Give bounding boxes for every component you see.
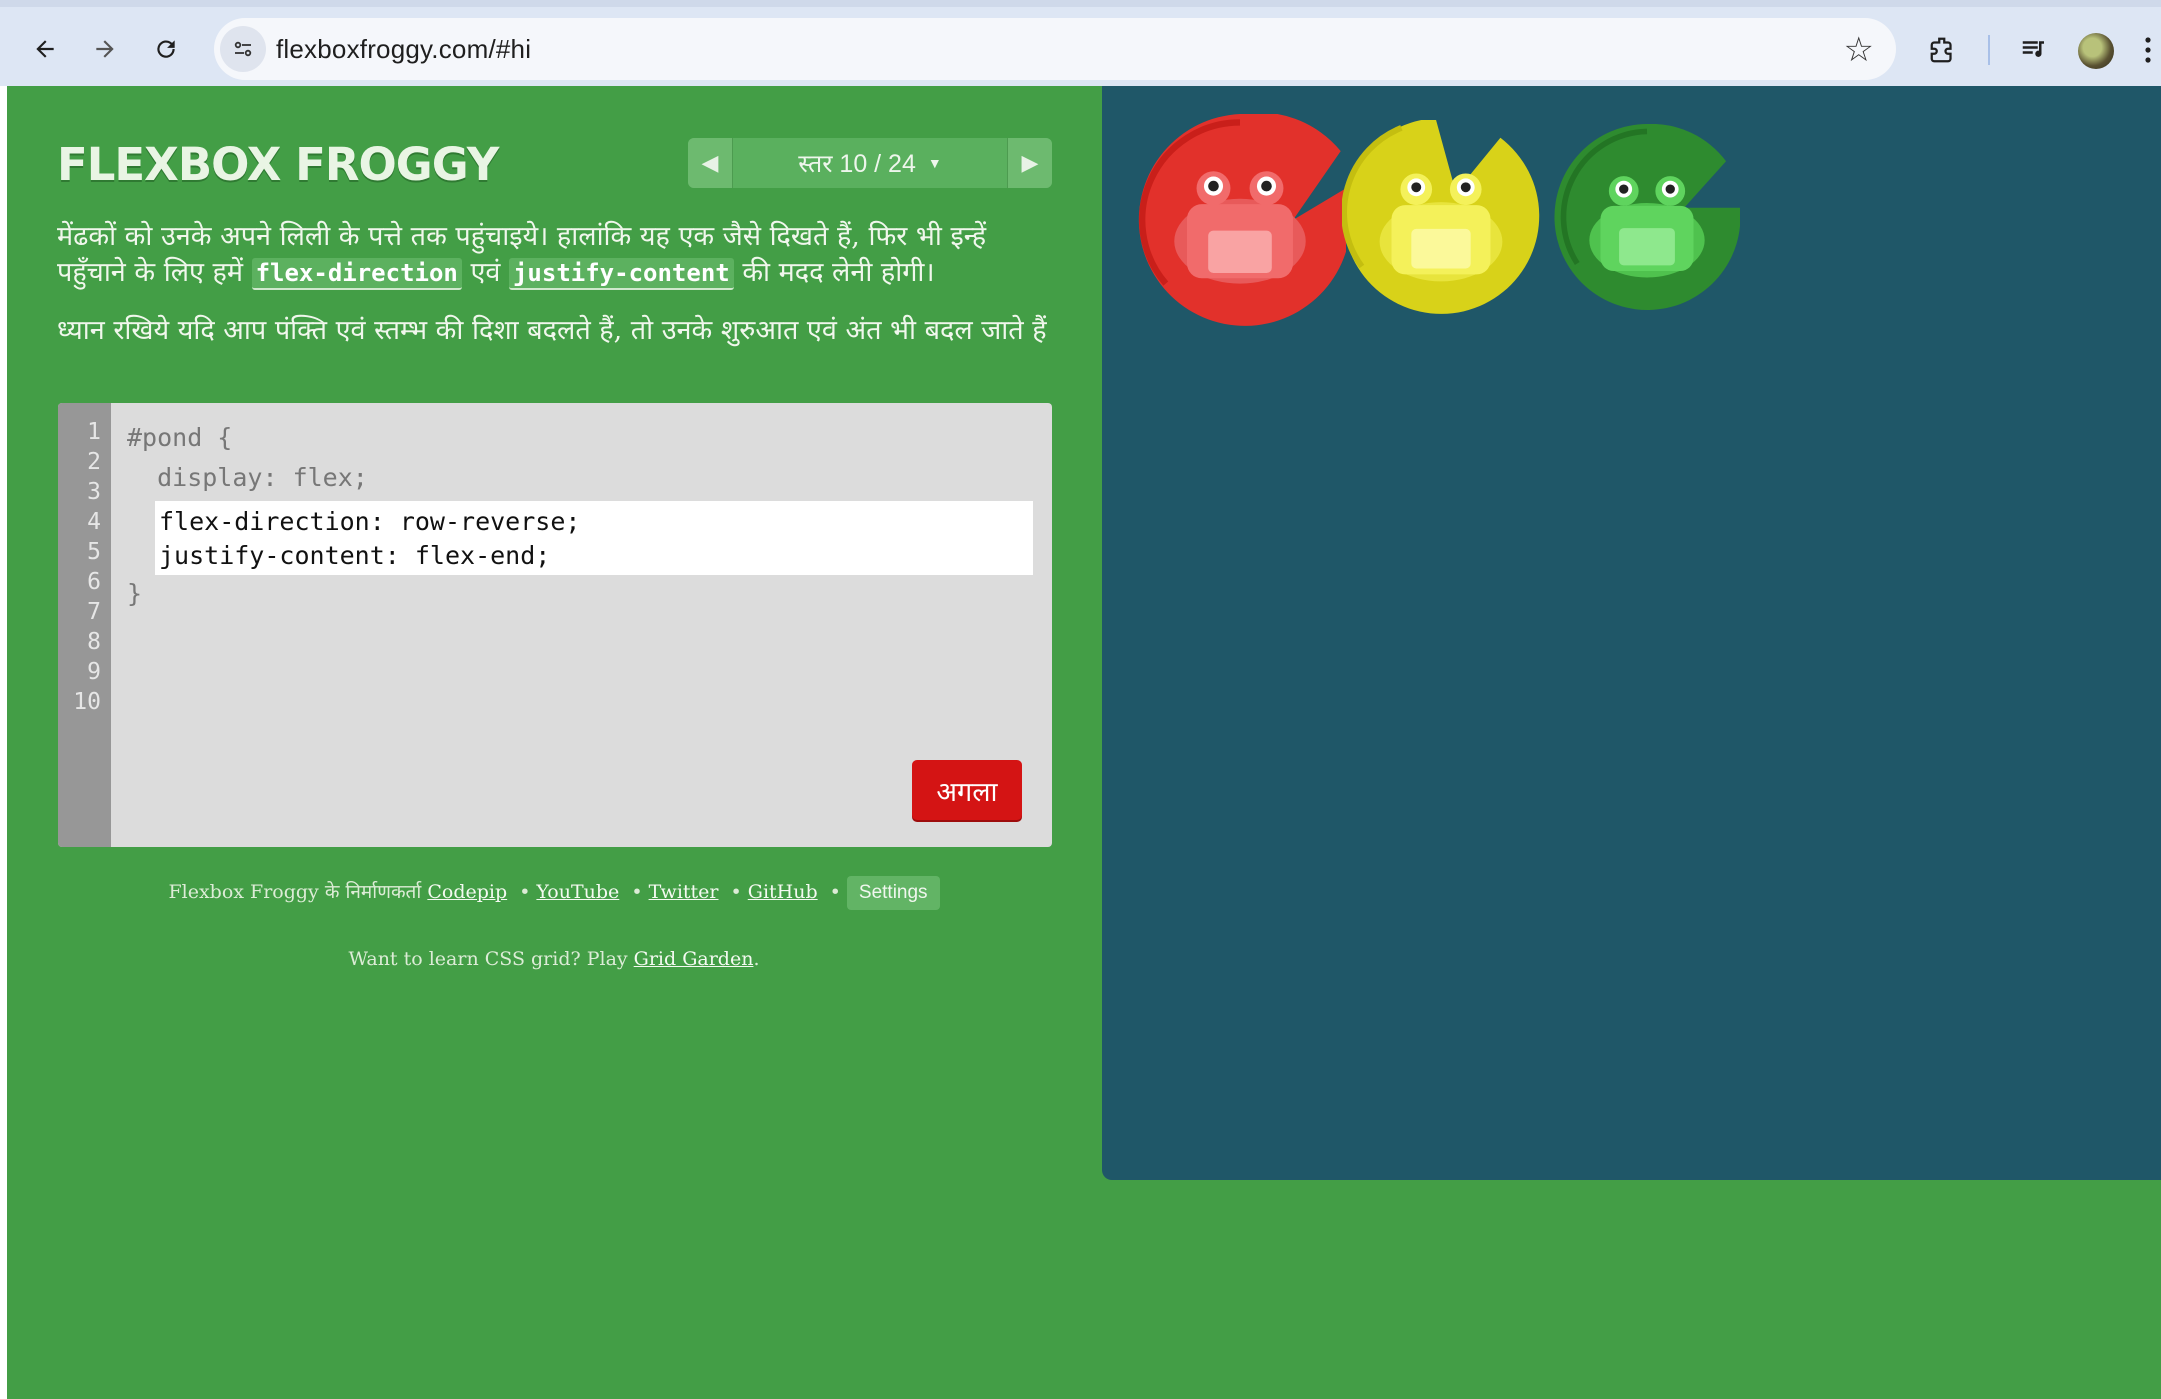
caret-down-icon: ▼ [927,155,942,171]
instruction-text: की मदद लेनी होगी। [733,257,935,288]
media-control-icon[interactable] [2013,29,2055,71]
code-input-line[interactable]: justify-content: flex-end; [159,541,550,570]
property-justify-content[interactable]: justify-content [508,258,734,290]
back-icon[interactable] [25,29,65,69]
codepip-link[interactable]: Codepip [427,881,507,903]
line-number: 8 [87,629,101,655]
instructions: मेंढकों को उनके अपने लिली के पत्ते तक पह… [57,219,1057,371]
twitter-link[interactable]: Twitter [649,881,719,903]
instruction-paragraph-1: मेंढकों को उनके अपने लिली के पत्ते तक पह… [57,219,1057,291]
github-link[interactable]: GitHub [748,881,818,903]
prev-level-button[interactable]: ◀ [688,138,733,188]
lilypad-red [1138,114,1346,326]
url-text[interactable]: flexboxfroggy.com/#hi [276,34,531,65]
level-label: स्तर 10 / 24 [798,150,916,178]
browser-toolbar: flexboxfroggy.com/#hi ☆ [0,0,2161,86]
next-button[interactable]: अगला [912,760,1022,820]
bullet: • [730,881,742,903]
line-number: 3 [87,479,101,505]
code-line: #pond { [127,423,233,452]
profile-avatar[interactable] [2078,33,2114,69]
menu-kebab-icon[interactable] [2138,29,2158,71]
level-indicator[interactable]: स्तर 10 / 24 ▼ [733,138,1007,188]
grid-garden-promo: Want to learn CSS grid? Play Grid Garden… [7,948,1101,970]
youtube-link[interactable]: YouTube [536,881,619,903]
instruction-text: एवं [461,257,509,288]
line-number: 1 [87,419,101,445]
code-input-area[interactable]: flex-direction: row-reverse; justify-con… [155,501,1033,575]
lilypad-green [1554,124,1740,310]
line-number: 5 [87,539,101,565]
credits-prefix: Flexbox Froggy के निर्माणकर्ता [168,881,422,903]
line-number: 10 [73,689,101,715]
line-number: 4 [87,509,101,535]
game-page: FLEXBOX FROGGY ◀ स्तर 10 / 24 ▼ ▶ मेंढको… [7,86,2161,1399]
bullet: • [829,881,841,903]
settings-button[interactable]: Settings [846,876,940,910]
css-editor: 1 2 3 4 5 6 7 8 9 10 #pond { display: fl… [58,403,1052,847]
code-input-line[interactable]: flex-direction: row-reverse; [159,507,580,536]
line-number: 2 [87,449,101,475]
extensions-icon[interactable] [1922,29,1964,71]
bookmark-star-icon[interactable]: ☆ [1844,30,1874,70]
line-number: 9 [87,659,101,685]
pond [1102,86,2161,1180]
code-line: display: flex; [127,463,368,492]
promo-text: Want to learn CSS grid? Play [348,948,634,970]
next-level-button[interactable]: ▶ [1007,138,1052,188]
grid-garden-link[interactable]: Grid Garden [634,948,754,970]
toolbar-divider [1988,35,1990,65]
credits: Flexbox Froggy के निर्माणकर्ता Codepip •… [7,876,1101,910]
promo-suffix: . [753,948,760,970]
line-number-gutter: 1 2 3 4 5 6 7 8 9 10 [58,403,111,847]
level-navigation: ◀ स्तर 10 / 24 ▼ ▶ [688,138,1052,188]
lilypad-yellow [1342,119,1540,314]
property-flex-direction[interactable]: flex-direction [251,258,462,290]
site-info-icon[interactable] [220,26,266,72]
forward-icon[interactable] [85,29,125,69]
bullet: • [519,881,531,903]
code-line: } [127,579,143,608]
reload-icon[interactable] [146,29,186,69]
line-number: 6 [87,569,101,595]
instruction-paragraph-2: ध्यान रखिये यदि आप पंक्ति एवं स्तम्भ की … [57,315,1047,346]
line-number: 7 [87,599,101,625]
address-bar[interactable]: flexboxfroggy.com/#hi ☆ [214,18,1896,80]
sidebar: FLEXBOX FROGGY ◀ स्तर 10 / 24 ▼ ▶ मेंढको… [7,86,1101,1399]
game-logo: FLEXBOX FROGGY [57,138,499,191]
bullet: • [631,881,643,903]
